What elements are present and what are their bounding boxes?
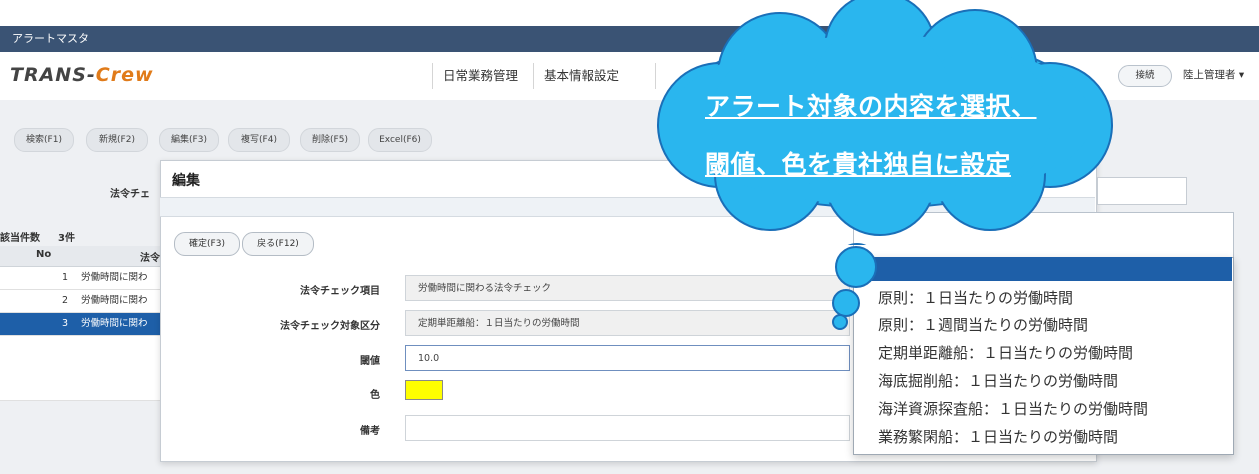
threshold-input[interactable]: 10.0 xyxy=(405,345,850,371)
edit-button[interactable]: 編集(F3) xyxy=(159,128,219,152)
new-button[interactable]: 新規(F2) xyxy=(86,128,148,152)
copy-button[interactable]: 複写(F4) xyxy=(228,128,290,152)
dropdown-option[interactable]: 原則：１日当たりの労働時間 xyxy=(878,287,1073,308)
table-empty-area xyxy=(0,336,160,401)
nav-daily-ops[interactable]: 日常業務管理 xyxy=(432,63,528,89)
filter-label: 法令チェ xyxy=(110,189,150,200)
dropdown-option[interactable]: 原則：１週間当たりの労働時間 xyxy=(878,314,1088,335)
logo-crew: Crew xyxy=(95,64,154,86)
dropdown-option[interactable]: 海底掘削船：１日当たりの労働時間 xyxy=(878,370,1118,391)
delete-button[interactable]: 削除(F5) xyxy=(300,128,360,152)
table-header xyxy=(0,246,160,267)
memo-input[interactable] xyxy=(405,415,850,441)
search-button[interactable]: 検索(F1) xyxy=(14,128,74,152)
row-text: 労働時間に関わ xyxy=(81,318,148,329)
row-text: 労働時間に関わ xyxy=(81,295,148,306)
table-row-selected[interactable]: 3 労働時間に関わ xyxy=(0,313,160,336)
user-menu[interactable]: 陸上管理者 ▾ xyxy=(1183,67,1244,82)
table-row[interactable]: 1 労働時間に関わ xyxy=(0,267,160,290)
app-logo: TRANS-Crew xyxy=(10,64,154,86)
confirm-button[interactable]: 確定(F3) xyxy=(174,232,240,256)
logo-trans: TRANS- xyxy=(10,64,96,86)
threshold-label: 閾値 xyxy=(360,356,380,367)
col-no: No xyxy=(36,249,52,260)
target-select[interactable]: 定期単距離船：１日当たりの労働時間 xyxy=(405,310,850,336)
row-no: 2 xyxy=(61,295,68,306)
back-button[interactable]: 戻る(F12) xyxy=(242,232,314,256)
target-label: 法令チェック対象区分 xyxy=(280,321,380,332)
count-value: 3件 xyxy=(58,233,75,244)
modal-title: 編集 xyxy=(172,173,200,189)
color-label: 色 xyxy=(370,390,380,401)
dropdown-option[interactable]: 定期単距離船：１日当たりの労働時間 xyxy=(878,342,1133,363)
callout-line-1: アラート対象の内容を選択、 xyxy=(705,92,1037,121)
color-picker[interactable] xyxy=(405,380,443,400)
table-row[interactable]: 2 労働時間に関わ xyxy=(0,290,160,313)
col-item: 法令 xyxy=(140,253,160,264)
check-item-field: 労働時間に関わる法令チェック xyxy=(405,275,850,301)
callout-line-2: 閾値、色を貴社独自に設定 xyxy=(705,150,1012,179)
dropdown-option[interactable]: 業務繁閑船：１日当たりの労働時間 xyxy=(878,426,1118,447)
memo-label: 備考 xyxy=(360,426,380,437)
nav-basic-settings[interactable]: 基本情報設定 xyxy=(533,63,629,89)
check-item-label: 法令チェック項目 xyxy=(300,286,380,297)
dropdown-option[interactable]: 海洋資源探査船：１日当たりの労働時間 xyxy=(878,398,1148,419)
excel-button[interactable]: Excel(F6) xyxy=(368,128,432,152)
row-no: 1 xyxy=(61,272,68,283)
row-no: 3 xyxy=(61,318,68,329)
callout-tail-icon xyxy=(832,246,877,330)
dropdown-highlight[interactable] xyxy=(853,257,1232,281)
count-label: 該当件数 xyxy=(0,233,40,244)
record-table: 1 労働時間に関わ 2 労働時間に関わ 3 労働時間に関わ xyxy=(0,267,160,401)
row-text: 労働時間に関わ xyxy=(81,272,148,283)
